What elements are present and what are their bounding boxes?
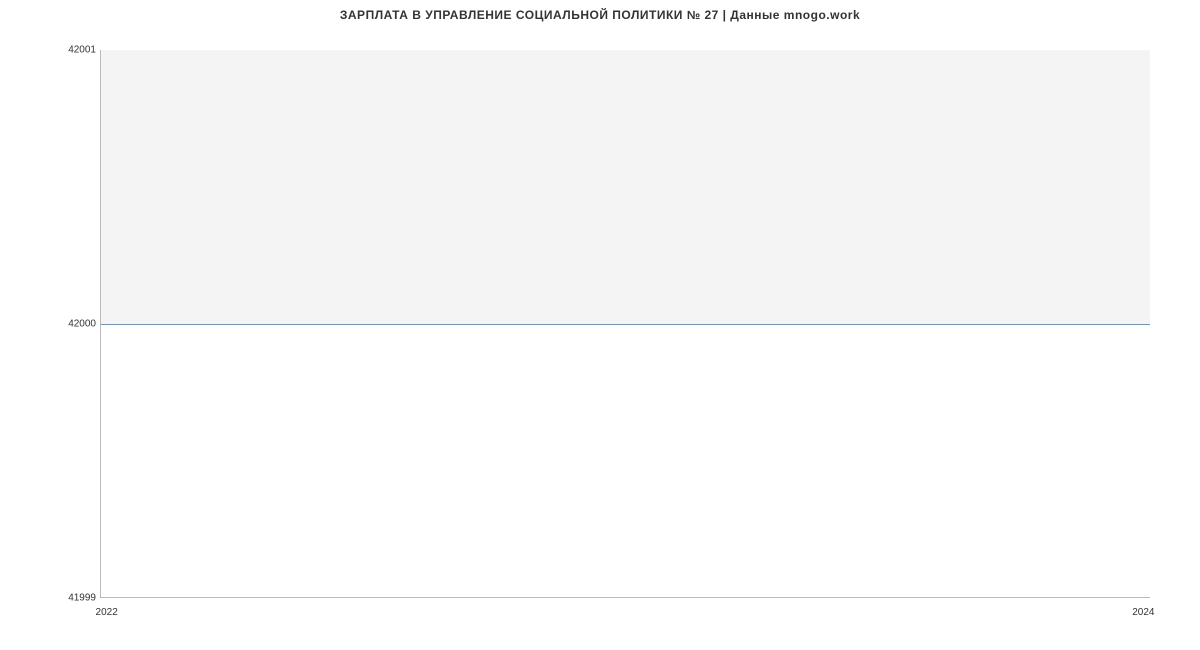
- chart-title: ЗАРПЛАТА В УПРАВЛЕНИЕ СОЦИАЛЬНОЙ ПОЛИТИК…: [0, 8, 1200, 22]
- x-axis-tick: 2024: [1132, 607, 1154, 618]
- x-axis-tick: 2022: [96, 607, 118, 618]
- data-line: [101, 324, 1150, 325]
- y-axis-tick: 41999: [46, 593, 96, 604]
- plot-shaded-region: [101, 50, 1150, 324]
- y-axis-tick: 42000: [46, 319, 96, 330]
- plot-area: [100, 50, 1150, 598]
- y-axis-tick: 42001: [46, 45, 96, 56]
- chart-container: ЗАРПЛАТА В УПРАВЛЕНИЕ СОЦИАЛЬНОЙ ПОЛИТИК…: [0, 0, 1200, 650]
